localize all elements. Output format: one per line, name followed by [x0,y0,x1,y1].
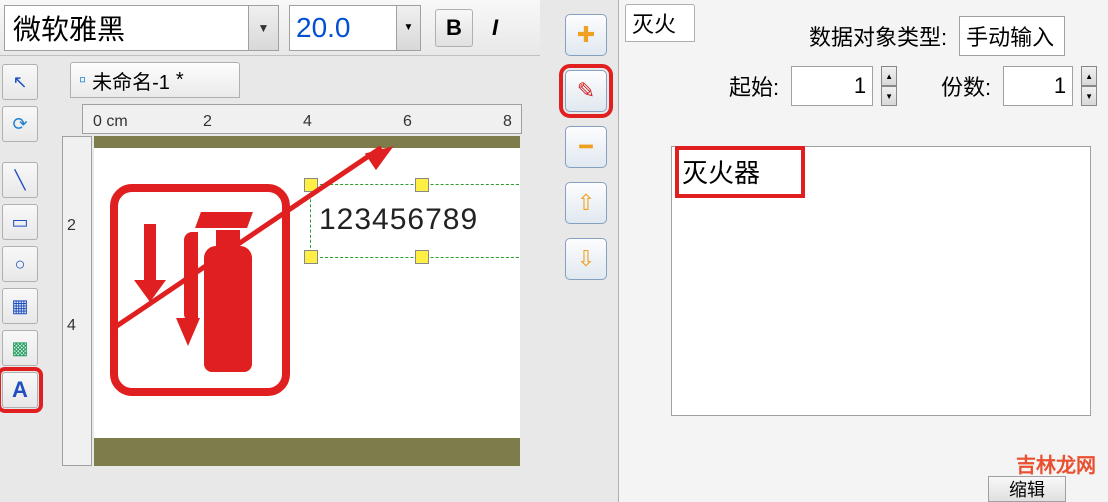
minus-icon: ━ [579,134,592,160]
copies-row: 份数: ▲ ▼ [941,66,1097,106]
remove-button[interactable]: ━ [565,126,607,168]
copies-input[interactable] [1003,66,1073,106]
lasso-icon: ⟳ [12,114,27,135]
spinner-up-button[interactable]: ▲ [1081,66,1097,86]
down-arrow-icon: ⇩ [577,246,595,272]
pointer-tool[interactable]: ↖ [2,64,38,100]
extinguisher-nozzle [176,318,200,346]
textarea-value: 灭火器 [682,158,760,188]
data-type-label: 数据对象类型: [809,20,947,52]
text-tool[interactable]: A [2,372,38,408]
ruler-tick: 8 [503,113,512,131]
watermark-text: 吉林龙网 [1016,449,1096,478]
spinner-down-button[interactable]: ▼ [881,86,897,106]
line-tool[interactable]: ╲ [2,162,38,198]
lasso-tool[interactable]: ⟳ [2,106,38,142]
separator [2,148,42,156]
image-tool[interactable]: ▩ [2,330,38,366]
ruler-tick: 0 cm [93,113,128,131]
horizontal-ruler: 0 cm 2 4 6 8 [82,104,522,134]
properties-panel: 灭火 数据对象类型: 起始: ▲ ▼ 份数: ▲ ▼ 灭火器 吉林龙网 缩辑 [618,0,1108,502]
doc-tab-title: 未命名-1 [92,66,170,95]
vertical-ruler: 2 4 [62,136,92,466]
copies-spinner: ▲ ▼ [1081,66,1097,106]
font-size-dropdown-icon[interactable]: ▼ [397,5,421,51]
ruler-tick: 6 [403,113,412,131]
edit-icon: ✎ [577,78,595,104]
start-input[interactable] [791,66,873,106]
move-down-button[interactable]: ⇩ [565,238,607,280]
font-select[interactable]: 微软雅黑 ▼ [4,5,279,51]
move-up-button[interactable]: ⇧ [565,182,607,224]
copies-label: 份数: [941,70,991,102]
spinner-down-button[interactable]: ▼ [1081,86,1097,106]
number-text: 123456789 [319,203,478,237]
start-label: 起始: [729,70,779,102]
left-toolbar: ↖ ⟳ ╲ ▭ ○ ▦ ▩ A [2,64,42,408]
down-arrow-icon [144,224,156,284]
bold-button[interactable]: B [435,9,473,47]
doc-icon: ▫ [79,69,86,92]
canvas-bottom-band [94,438,520,466]
spinner-up-button[interactable]: ▲ [881,66,897,86]
up-arrow-icon: ⇧ [577,190,595,216]
plus-icon: ✚ [577,22,595,48]
line-icon: ╲ [15,170,26,191]
data-type-input[interactable] [959,16,1065,56]
top-toolbar: 微软雅黑 ▼ ▼ B I [0,0,540,56]
barcode-icon: ▦ [11,296,28,317]
ruler-tick: 4 [303,113,312,131]
circle-icon: ○ [15,254,26,275]
document-tab[interactable]: ▫ 未命名-1 * [70,62,240,98]
start-row: 起始: ▲ ▼ [729,66,897,106]
properties-tab[interactable]: 灭火 [625,4,695,42]
ruler-tick: 4 [67,317,76,335]
italic-button[interactable]: I [487,9,503,47]
tab-label: 灭火 [632,7,676,39]
ruler-tick: 2 [203,113,212,131]
edit-bottom-button[interactable]: 缩辑 [988,476,1066,502]
resize-handle-n[interactable] [415,178,429,192]
data-type-row: 数据对象类型: [809,16,1065,56]
font-name-value: 微软雅黑 [13,8,125,48]
add-button[interactable]: ✚ [565,14,607,56]
resize-handle-sw[interactable] [304,250,318,264]
image-icon: ▩ [11,338,28,359]
text-selection-box[interactable]: 123456789 [310,184,520,258]
dropdown-arrow-icon[interactable]: ▼ [248,6,278,50]
text-icon: A [12,377,28,403]
middle-toolbar: ✚ ✎ ━ ⇧ ⇩ [565,14,613,280]
ruler-tick: 2 [67,217,76,235]
fire-extinguisher-sign[interactable] [110,184,290,396]
content-textarea[interactable]: 灭火器 [671,146,1091,416]
edit-button[interactable]: ✎ [565,70,607,112]
font-size-input[interactable] [289,5,397,51]
circle-tool[interactable]: ○ [2,246,38,282]
start-spinner: ▲ ▼ [881,66,897,106]
rounded-rect-tool[interactable]: ▭ [2,204,38,240]
rounded-rect-icon: ▭ [11,212,28,233]
doc-modified-indicator: * [176,69,184,92]
resize-handle-s[interactable] [415,250,429,264]
barcode-tool[interactable]: ▦ [2,288,38,324]
extinguisher-handle [195,212,253,228]
pointer-icon: ↖ [12,72,27,93]
